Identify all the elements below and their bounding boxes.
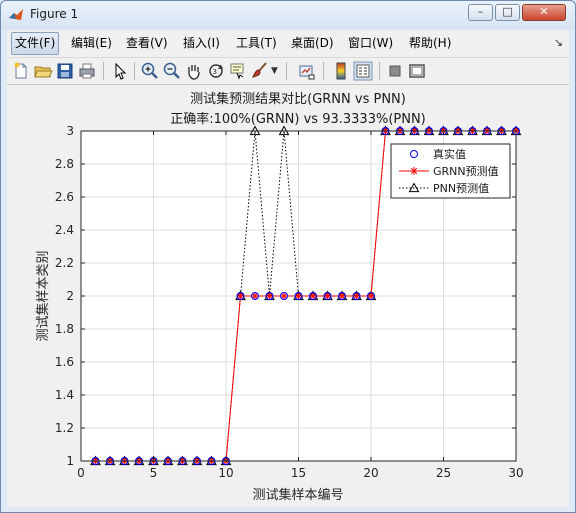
plot-area[interactable]: 测试集预测结果对比(GRNN vs PNN) 正确率:100%(GRNN) vs…: [7, 85, 569, 507]
menu-overflow-icon[interactable]: ↘: [554, 36, 563, 49]
hide-plot-tools-icon[interactable]: [385, 61, 405, 81]
x-tick-label: 10: [218, 466, 233, 480]
pointer-icon[interactable]: [110, 61, 130, 81]
maximize-button[interactable]: □: [495, 4, 520, 21]
new-figure-icon[interactable]: [11, 61, 31, 81]
legend[interactable]: 真实值 GRNN预测值 PNN预测值: [390, 143, 511, 199]
zoom-out-icon[interactable]: [162, 61, 182, 81]
menu-view[interactable]: 查看(V): [123, 34, 171, 53]
menu-window[interactable]: 窗口(W): [345, 34, 396, 53]
y-tick-label: 2: [66, 289, 74, 303]
brush-dropdown-icon[interactable]: ▼: [271, 61, 281, 81]
legend-label: 真实值: [433, 147, 466, 161]
close-button[interactable]: ✕: [522, 4, 566, 21]
y-tick-label: 2.4: [55, 223, 74, 237]
y-tick-label: 1.8: [55, 322, 74, 336]
x-tick-label: 30: [508, 466, 523, 480]
menu-tools[interactable]: 工具(T): [233, 34, 280, 53]
menu-desktop[interactable]: 桌面(D): [288, 34, 337, 53]
legend-label: PNN预测值: [433, 182, 489, 195]
title-bar[interactable]: Figure 1 – □ ✕: [1, 1, 575, 29]
toolbar-separator: [323, 62, 324, 80]
open-file-icon[interactable]: [33, 61, 53, 81]
y-tick-label: 1.2: [55, 421, 74, 435]
svg-text:3: 3: [213, 68, 217, 76]
legend-icon[interactable]: [353, 61, 373, 81]
menu-edit[interactable]: 编辑(E): [68, 34, 115, 53]
y-tick-label: 2.2: [55, 256, 74, 270]
figure-window: Figure 1 – □ ✕ 文件(F) 编辑(E) 查看(V) 插入(I) 工…: [0, 0, 576, 513]
toolbar-separator: [286, 62, 287, 80]
colorbar-icon[interactable]: [331, 61, 351, 81]
brush-icon[interactable]: [250, 61, 270, 81]
link-icon[interactable]: [297, 61, 317, 81]
chart-title: 测试集预测结果对比(GRNN vs PNN): [190, 91, 406, 107]
menu-file[interactable]: 文件(F): [11, 32, 60, 55]
x-tick-label: 20: [363, 466, 378, 480]
x-tick-label: 25: [436, 466, 451, 480]
menu-help[interactable]: 帮助(H): [406, 34, 454, 53]
y-tick-label: 1.6: [55, 355, 74, 369]
data-cursor-icon[interactable]: [228, 61, 248, 81]
grnn-marker: [410, 167, 418, 175]
toolbar-separator: [379, 62, 380, 80]
menu-insert[interactable]: 插入(I): [180, 34, 223, 53]
y-tick-label: 1: [66, 454, 74, 468]
zoom-in-icon[interactable]: [140, 61, 160, 81]
matlab-icon: [9, 9, 23, 20]
toolbar-separator: [134, 62, 135, 80]
y-axis-label: 测试集样本类别: [35, 250, 51, 341]
print-icon[interactable]: [77, 61, 97, 81]
y-tick-label: 2.6: [55, 190, 74, 204]
x-axis-label: 测试集样本编号: [252, 487, 343, 503]
save-icon[interactable]: [55, 61, 75, 81]
figure-canvas: 测试集预测结果对比(GRNN vs PNN) 正确率:100%(GRNN) vs…: [7, 85, 569, 507]
y-tick-label: 3: [66, 124, 74, 138]
show-plot-tools-icon[interactable]: [407, 61, 427, 81]
toolbar: 3 ▼: [7, 58, 569, 85]
x-tick-label: 0: [77, 466, 85, 480]
y-tick-label: 2.8: [55, 157, 74, 171]
x-tick-label: 5: [150, 466, 158, 480]
y-tick-label: 1.4: [55, 388, 74, 402]
chart-subtitle: 正确率:100%(GRNN) vs 93.3333%(PNN): [170, 111, 426, 127]
window-title: Figure 1: [30, 7, 79, 21]
toolbar-separator: [103, 62, 104, 80]
minimize-button[interactable]: –: [468, 4, 493, 21]
rotate-3d-icon[interactable]: 3: [206, 61, 226, 81]
legend-label: GRNN预测值: [433, 165, 499, 178]
x-tick-label: 15: [291, 466, 306, 480]
pan-icon[interactable]: [184, 61, 204, 81]
menu-bar: 文件(F) 编辑(E) 查看(V) 插入(I) 工具(T) 桌面(D) 窗口(W…: [7, 30, 569, 58]
